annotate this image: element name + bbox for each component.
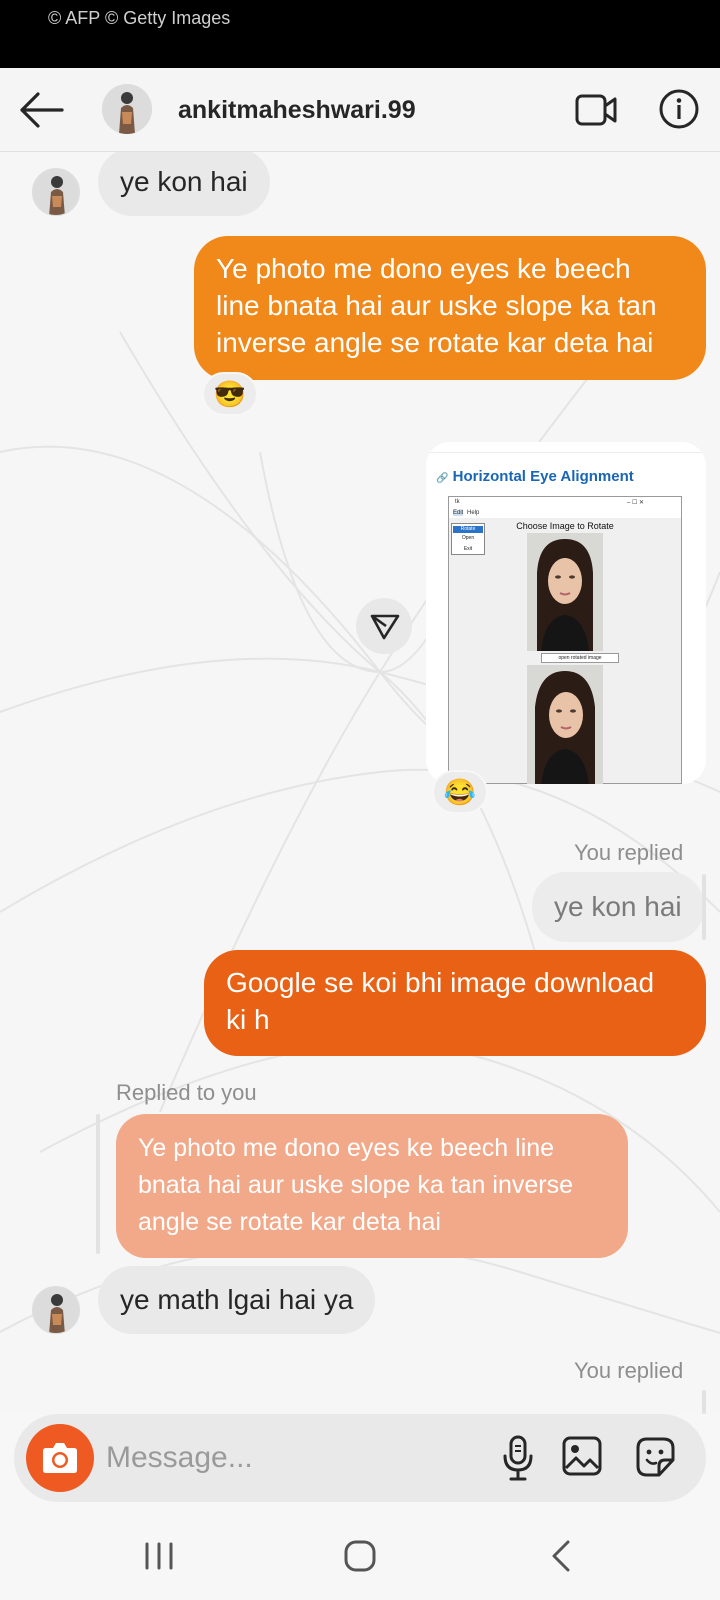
window-controls: – ☐ ✕ bbox=[627, 500, 645, 506]
menu-item: Exit bbox=[463, 546, 473, 552]
link-icon: 🔗 bbox=[436, 473, 449, 484]
card-title-text: Horizontal Eye Alignment bbox=[452, 468, 634, 485]
camera-button[interactable] bbox=[26, 1424, 94, 1492]
message-bubble-outgoing[interactable]: Google se koi bhi image download ki h bbox=[204, 950, 706, 1056]
reply-indicator-bar bbox=[702, 874, 706, 940]
message-text: ye kon hai bbox=[120, 166, 248, 197]
reply-indicator-bar bbox=[96, 1114, 100, 1254]
message-list[interactable]: ye kon hai Ye photo me dono eyes ke beec… bbox=[0, 152, 720, 1414]
arrow-left-icon[interactable] bbox=[18, 90, 64, 130]
profile-photo-icon bbox=[102, 84, 152, 134]
profile-photo-icon bbox=[33, 1287, 79, 1333]
status-bar: © AFP © Getty Images bbox=[0, 0, 720, 68]
card-divider bbox=[426, 452, 706, 453]
camera-icon bbox=[43, 1443, 77, 1473]
message-text-line: inverse angle se rotate kar deta hai bbox=[216, 327, 654, 358]
message-reaction[interactable]: 😂 bbox=[432, 770, 488, 814]
back-icon[interactable] bbox=[548, 1538, 574, 1574]
open-rotated-image-button: open rotated image bbox=[541, 653, 619, 663]
card-title[interactable]: 🔗 Horizontal Eye Alignment bbox=[436, 468, 634, 485]
send-icon bbox=[370, 614, 400, 640]
reply-label: You replied bbox=[574, 840, 684, 865]
message-input[interactable] bbox=[106, 1434, 466, 1482]
home-icon[interactable] bbox=[342, 1538, 378, 1574]
message-text-line: Google se koi bhi image download bbox=[226, 967, 655, 998]
window-titlebar: tk – ☐ ✕ bbox=[449, 497, 681, 509]
rotated-portrait-image bbox=[527, 665, 603, 784]
share-button[interactable] bbox=[356, 598, 412, 654]
system-navigation-bar bbox=[0, 1512, 720, 1600]
recents-icon[interactable] bbox=[142, 1542, 176, 1570]
message-bubble-outgoing[interactable]: Ye photo me dono eyes ke beech line bnat… bbox=[194, 236, 706, 380]
message-text-line: bnata hai aur uske slope ka tan inverse bbox=[138, 1171, 573, 1199]
message-text: ye math lgai hai ya bbox=[120, 1284, 354, 1315]
avatar[interactable] bbox=[32, 1286, 80, 1334]
chat-username[interactable]: ankitmaheshwari.99 bbox=[178, 96, 416, 125]
reply-indicator-bar bbox=[702, 1390, 706, 1414]
portrait-photo-icon bbox=[527, 665, 603, 784]
avatar[interactable] bbox=[32, 168, 80, 216]
menu-help: Help bbox=[467, 510, 480, 516]
sticker-icon[interactable] bbox=[632, 1434, 678, 1480]
info-icon[interactable] bbox=[658, 88, 700, 130]
window-title: tk bbox=[455, 499, 460, 505]
message-text-line: line bnata hai aur uske slope ka tan bbox=[216, 290, 657, 321]
message-text-line: angle se rotate kar deta hai bbox=[138, 1208, 441, 1236]
portrait-image bbox=[527, 533, 603, 651]
reply-label: Replied to you bbox=[116, 1080, 257, 1105]
gallery-icon[interactable] bbox=[560, 1434, 604, 1478]
shared-post-card[interactable]: 🔗 Horizontal Eye Alignment tk – ☐ ✕ Edit… bbox=[426, 442, 706, 784]
menu-item: Open bbox=[461, 535, 475, 541]
chat-header: ankitmaheshwari.99 bbox=[0, 68, 720, 152]
profile-photo-icon bbox=[33, 169, 79, 215]
portrait-photo-icon bbox=[527, 533, 603, 651]
reply-label: You replied bbox=[574, 1358, 684, 1383]
quoted-message[interactable]: ye kon hai bbox=[532, 872, 704, 942]
message-text-line: Ye photo me dono eyes ke beech line bbox=[138, 1134, 555, 1162]
message-bubble-incoming[interactable]: ye math lgai hai ya bbox=[98, 1266, 376, 1334]
video-call-icon[interactable] bbox=[574, 90, 618, 130]
message-reaction[interactable]: 😎 bbox=[202, 372, 258, 416]
microphone-icon[interactable] bbox=[500, 1434, 536, 1482]
quoted-message[interactable]: Ye photo me dono eyes ke beech line bnat… bbox=[116, 1114, 628, 1258]
message-text-line: Ye photo me dono eyes ke beech bbox=[216, 253, 631, 284]
image-credit: © AFP © Getty Images bbox=[48, 8, 231, 28]
window-menubar: Edit Help bbox=[449, 509, 681, 518]
menu-edit: Edit bbox=[453, 510, 464, 516]
message-bubble-incoming[interactable]: ye kon hai bbox=[98, 152, 270, 216]
quoted-text: ye kon hai bbox=[554, 891, 682, 922]
avatar[interactable] bbox=[102, 84, 152, 134]
app-window-screenshot: tk – ☐ ✕ Edit Help Rotate Open Exit Choo… bbox=[448, 496, 682, 784]
message-text-line: ki h bbox=[226, 1004, 270, 1035]
message-composer bbox=[14, 1414, 706, 1502]
window-label: Choose Image to Rotate bbox=[516, 521, 614, 531]
